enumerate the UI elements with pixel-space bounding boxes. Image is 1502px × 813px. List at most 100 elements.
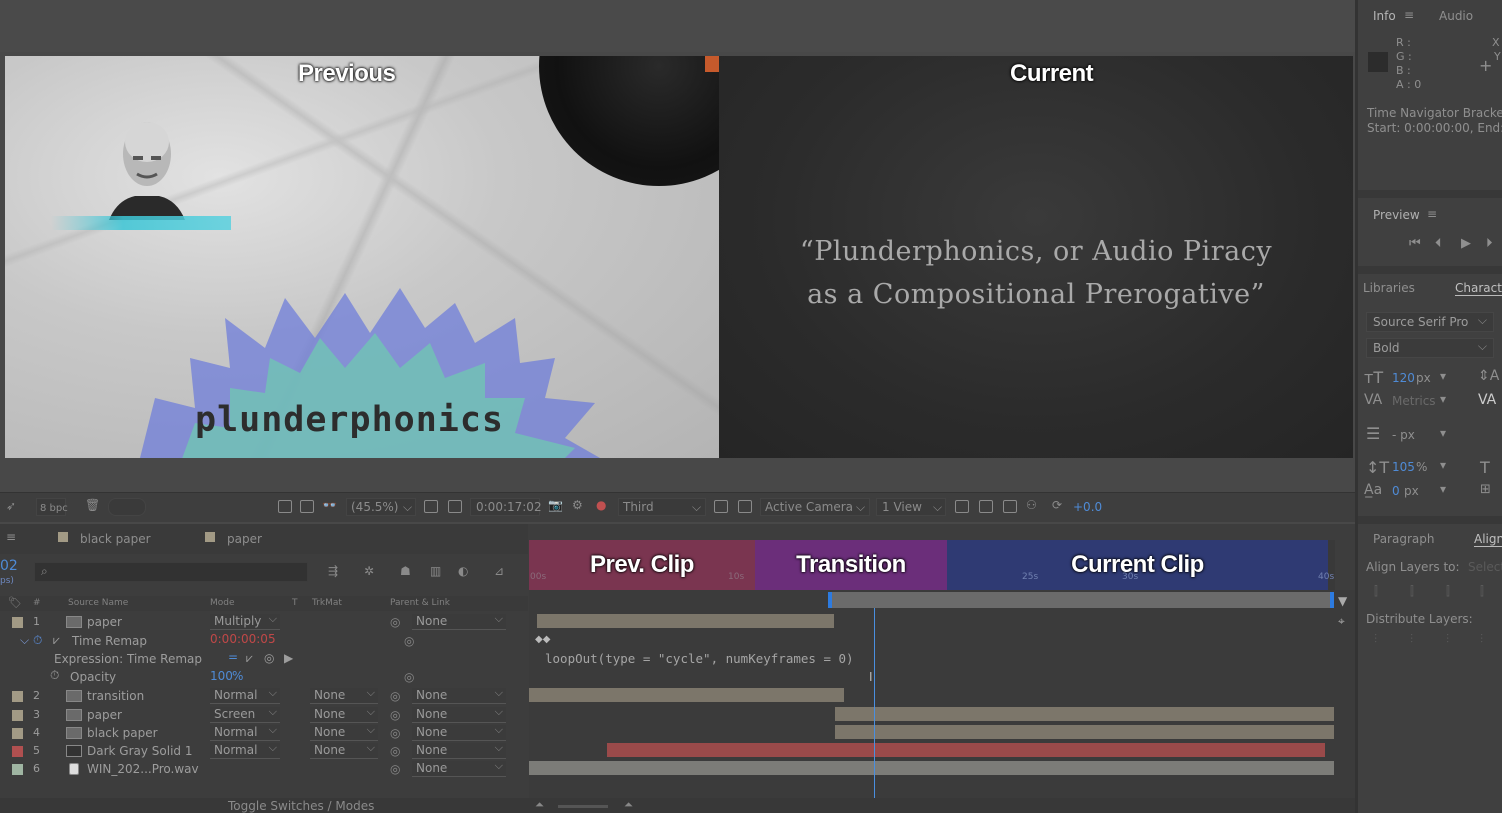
shy-layers-icon[interactable]: ☗ bbox=[400, 564, 411, 578]
stopwatch-icon[interactable]: ⏱ bbox=[50, 668, 59, 683]
font-size-value[interactable]: 120 bbox=[1392, 371, 1415, 385]
play-icon[interactable]: ▶ bbox=[1461, 236, 1471, 251]
stroke-chevron-icon[interactable]: ▾ bbox=[1440, 426, 1446, 440]
region-of-interest-icon[interactable] bbox=[714, 500, 728, 513]
frame-blending-icon[interactable]: ▥ bbox=[430, 564, 441, 578]
trkmat-dropdown[interactable]: None bbox=[310, 705, 378, 723]
font-style-dropdown[interactable]: Bold bbox=[1366, 338, 1494, 358]
layer-color-label[interactable] bbox=[12, 728, 23, 739]
align-left-icon[interactable]: ⫿ bbox=[1374, 584, 1378, 599]
expression-graph-icon[interactable]: ⩗ bbox=[246, 651, 253, 666]
toggle-pixel-icon[interactable] bbox=[955, 500, 969, 513]
tab-info[interactable]: Info bbox=[1373, 9, 1396, 23]
search-input[interactable]: ⌕ bbox=[34, 562, 308, 582]
mode-dropdown[interactable]: Normal bbox=[210, 741, 280, 759]
layer-5-bar[interactable] bbox=[607, 743, 1325, 757]
layer-row-3[interactable]: 3 paper Screen None ◎ None bbox=[0, 705, 528, 724]
preview-menu-icon[interactable]: ≡ bbox=[1427, 207, 1437, 221]
stopwatch-icon[interactable]: ⏱ bbox=[33, 633, 42, 648]
trkmat-dropdown[interactable]: None bbox=[310, 686, 378, 704]
next-frame-icon[interactable]: ⏵ bbox=[1486, 236, 1493, 251]
flowchart-icon[interactable]: ⚇ bbox=[1026, 498, 1037, 512]
expression-code[interactable]: loopOut(type = "cycle", numKeyframes = 0… bbox=[545, 651, 854, 666]
layer-name[interactable]: Dark Gray Solid 1 bbox=[87, 744, 193, 758]
expression-pickwhip-icon[interactable]: ◎ bbox=[264, 651, 274, 665]
vscale-chevron-icon[interactable]: ▾ bbox=[1440, 458, 1446, 472]
tab-libraries[interactable]: Libraries bbox=[1363, 281, 1415, 295]
baseline-value[interactable]: 0 bbox=[1392, 484, 1400, 498]
parent-dropdown[interactable]: None bbox=[412, 723, 506, 741]
layer-color-label[interactable] bbox=[12, 691, 23, 702]
composition-mini-flowchart-icon[interactable]: ⇶ bbox=[328, 564, 338, 578]
layer-row-4[interactable]: 4 black paper Normal None ◎ None bbox=[0, 723, 528, 742]
vertical-scale-value[interactable]: 105 bbox=[1392, 460, 1415, 474]
draft-3d-icon[interactable]: ✲ bbox=[364, 564, 374, 578]
mode-dropdown[interactable]: Normal bbox=[210, 723, 280, 741]
toggle-switches-modes[interactable]: Toggle Switches / Modes bbox=[228, 799, 374, 813]
vr-icon[interactable]: 👓 bbox=[322, 498, 337, 512]
snapshot-icon[interactable]: 📷 bbox=[548, 498, 563, 512]
fast-preview-icon[interactable]: ➶ bbox=[6, 499, 16, 513]
expression-language-menu-icon[interactable]: ▶ bbox=[284, 651, 293, 665]
color-channels-icon[interactable]: ● bbox=[596, 498, 606, 512]
resolution-icon[interactable] bbox=[424, 500, 438, 513]
opacity-row[interactable]: ⏱ Opacity 100 % ◎ bbox=[0, 668, 528, 686]
layer-name[interactable]: paper bbox=[87, 615, 122, 629]
align-selection-dropdown[interactable]: Selecti bbox=[1468, 560, 1502, 574]
align-top-icon[interactable]: ⫿ bbox=[1480, 584, 1484, 599]
layer-color-label[interactable] bbox=[12, 746, 23, 757]
current-time[interactable]: 02 bbox=[0, 558, 18, 574]
tab-black-paper[interactable]: black paper bbox=[80, 532, 151, 546]
transparency-grid-icon[interactable] bbox=[738, 500, 752, 513]
always-preview-icon[interactable] bbox=[278, 500, 292, 513]
playhead[interactable] bbox=[874, 608, 875, 798]
pick-whip-icon[interactable]: ◎ bbox=[390, 744, 400, 758]
kerning-value[interactable]: Metrics bbox=[1392, 394, 1436, 408]
expand-arrow-icon[interactable]: ⌵ bbox=[20, 633, 29, 648]
current-viewer[interactable]: “Plunderphonics, or Audio Piracy as a Co… bbox=[719, 56, 1353, 458]
layer-4-bar[interactable] bbox=[835, 725, 1334, 739]
monitor-icon[interactable] bbox=[300, 500, 314, 513]
mode-dropdown[interactable]: Multiply bbox=[210, 612, 280, 630]
tab-paragraph[interactable]: Paragraph bbox=[1373, 532, 1434, 546]
zoom-in-icon[interactable]: ⏶ bbox=[624, 798, 633, 812]
layer-row-1[interactable]: 1 paper Multiply ◎ None bbox=[0, 612, 528, 631]
timeline-icon[interactable] bbox=[1003, 500, 1017, 513]
pick-whip-icon[interactable]: ◎ bbox=[390, 762, 400, 776]
work-area-bar[interactable] bbox=[828, 592, 1334, 608]
keyframe-icon[interactable]: ◆◆ bbox=[535, 634, 550, 645]
pick-whip-icon[interactable]: ◎ bbox=[390, 726, 400, 740]
reset-exposure-icon[interactable]: ⟳ bbox=[1052, 498, 1062, 512]
parent-dropdown[interactable]: None bbox=[412, 759, 506, 777]
region-icon[interactable] bbox=[448, 500, 462, 513]
time-remap-row[interactable]: ⌵ ⏱ ⩗ Time Remap 0:00:00:05 ◎ bbox=[0, 632, 528, 650]
graph-icon[interactable]: ⩗ bbox=[53, 633, 60, 648]
first-frame-icon[interactable]: ⏮ bbox=[1409, 236, 1421, 251]
zoom-out-icon[interactable]: ⏶ bbox=[535, 798, 544, 812]
graph-editor-icon[interactable]: ⊿ bbox=[494, 564, 504, 578]
parent-dropdown[interactable]: None bbox=[412, 741, 506, 759]
toggle-box[interactable] bbox=[108, 498, 146, 516]
tab-character[interactable]: Characte bbox=[1455, 281, 1502, 296]
layer-name[interactable]: transition bbox=[87, 689, 144, 703]
trkmat-dropdown[interactable]: None bbox=[310, 723, 378, 741]
header-source-name[interactable]: Source Name bbox=[68, 598, 128, 608]
kerning-chevron-icon[interactable]: ▾ bbox=[1440, 392, 1446, 406]
align-right-icon[interactable]: ⫿ bbox=[1446, 584, 1450, 599]
distribute-left-icon[interactable]: ⫶ bbox=[1480, 632, 1483, 647]
layer-name[interactable]: WIN_202...Pro.wav bbox=[87, 762, 199, 776]
pick-whip-icon[interactable]: ◎ bbox=[390, 615, 400, 629]
info-menu-icon[interactable]: ≡ bbox=[1404, 8, 1414, 22]
pick-whip-icon[interactable]: ◎ bbox=[404, 670, 414, 684]
comp-button-icon[interactable]: ⌖ bbox=[1338, 614, 1345, 629]
tab-audio[interactable]: Audio bbox=[1439, 9, 1473, 23]
pick-whip-icon[interactable]: ◎ bbox=[390, 689, 400, 703]
exposure-value[interactable]: +0.0 bbox=[1073, 500, 1102, 514]
parent-dropdown[interactable]: None bbox=[412, 612, 506, 630]
parent-dropdown[interactable]: None bbox=[412, 705, 506, 723]
align-center-icon[interactable]: ⫿ bbox=[1410, 584, 1414, 599]
prev-frame-icon[interactable]: ⏴ bbox=[1435, 236, 1442, 251]
time-remap-value[interactable]: 0:00:00:05 bbox=[210, 632, 276, 646]
layer-color-label[interactable] bbox=[12, 710, 23, 721]
tab-preview[interactable]: Preview bbox=[1373, 208, 1420, 222]
